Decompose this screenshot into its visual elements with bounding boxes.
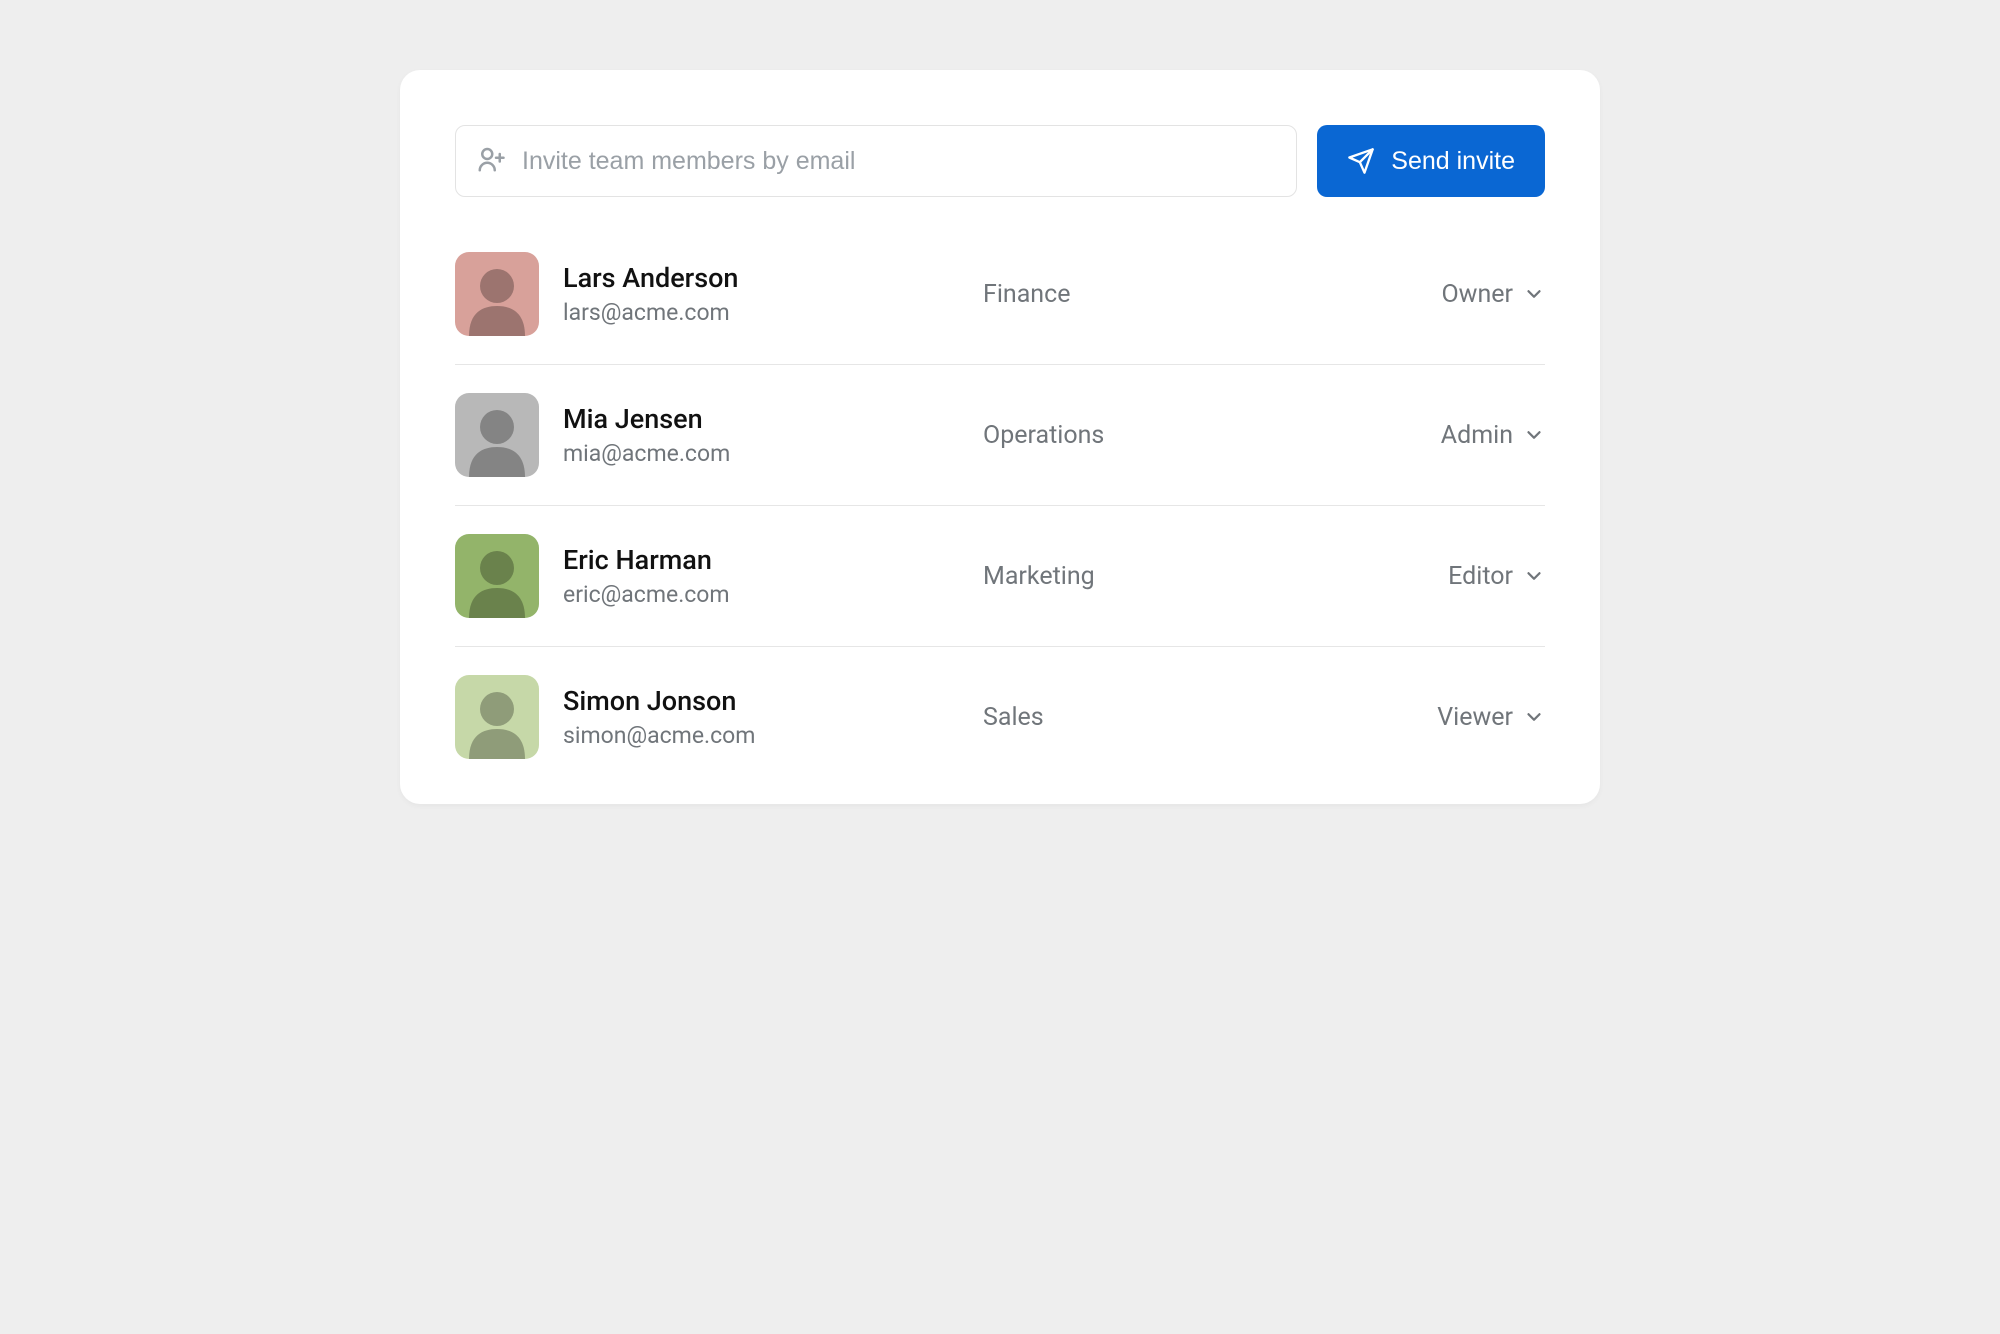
member-row: Eric Harman eric@acme.com Marketing Edit… [455, 506, 1545, 647]
member-name: Simon Jonson [563, 685, 983, 719]
invite-email-input[interactable] [522, 147, 1276, 176]
member-name: Mia Jensen [563, 403, 983, 437]
member-role-label: Viewer [1437, 703, 1513, 732]
avatar [455, 675, 539, 759]
member-email: eric@acme.com [563, 581, 983, 608]
chevron-down-icon [1523, 565, 1545, 587]
member-department: Marketing [983, 562, 1448, 591]
member-identity: Lars Anderson lars@acme.com [563, 262, 983, 327]
members-list: Lars Anderson lars@acme.com Finance Owne… [455, 252, 1545, 759]
member-role-select[interactable]: Owner [1441, 280, 1545, 309]
member-name: Lars Anderson [563, 262, 983, 296]
member-row: Simon Jonson simon@acme.com Sales Viewer [455, 647, 1545, 759]
member-email: simon@acme.com [563, 722, 983, 749]
member-email: mia@acme.com [563, 440, 983, 467]
chevron-down-icon [1523, 283, 1545, 305]
avatar [455, 534, 539, 618]
avatar [455, 393, 539, 477]
member-role-select[interactable]: Viewer [1437, 703, 1545, 732]
chevron-down-icon [1523, 424, 1545, 446]
avatar [455, 252, 539, 336]
send-icon [1347, 147, 1375, 175]
member-email: lars@acme.com [563, 299, 983, 326]
member-role-label: Owner [1441, 280, 1513, 309]
member-identity: Eric Harman eric@acme.com [563, 544, 983, 609]
member-role-label: Editor [1448, 562, 1513, 591]
member-department: Operations [983, 421, 1441, 450]
member-name: Eric Harman [563, 544, 983, 578]
send-invite-button[interactable]: Send invite [1317, 125, 1545, 197]
member-role-label: Admin [1441, 421, 1513, 450]
member-department: Sales [983, 703, 1437, 732]
member-identity: Simon Jonson simon@acme.com [563, 685, 983, 750]
team-members-card: Send invite Lars Anderson lars@acme.com … [400, 70, 1600, 804]
member-role-select[interactable]: Editor [1448, 562, 1545, 591]
member-role-select[interactable]: Admin [1441, 421, 1545, 450]
invite-input-wrap [455, 125, 1297, 197]
member-row: Mia Jensen mia@acme.com Operations Admin [455, 365, 1545, 506]
send-invite-label: Send invite [1391, 147, 1515, 176]
member-identity: Mia Jensen mia@acme.com [563, 403, 983, 468]
member-row: Lars Anderson lars@acme.com Finance Owne… [455, 252, 1545, 365]
add-user-icon [476, 144, 506, 178]
chevron-down-icon [1523, 706, 1545, 728]
member-department: Finance [983, 280, 1441, 309]
invite-row: Send invite [455, 125, 1545, 197]
